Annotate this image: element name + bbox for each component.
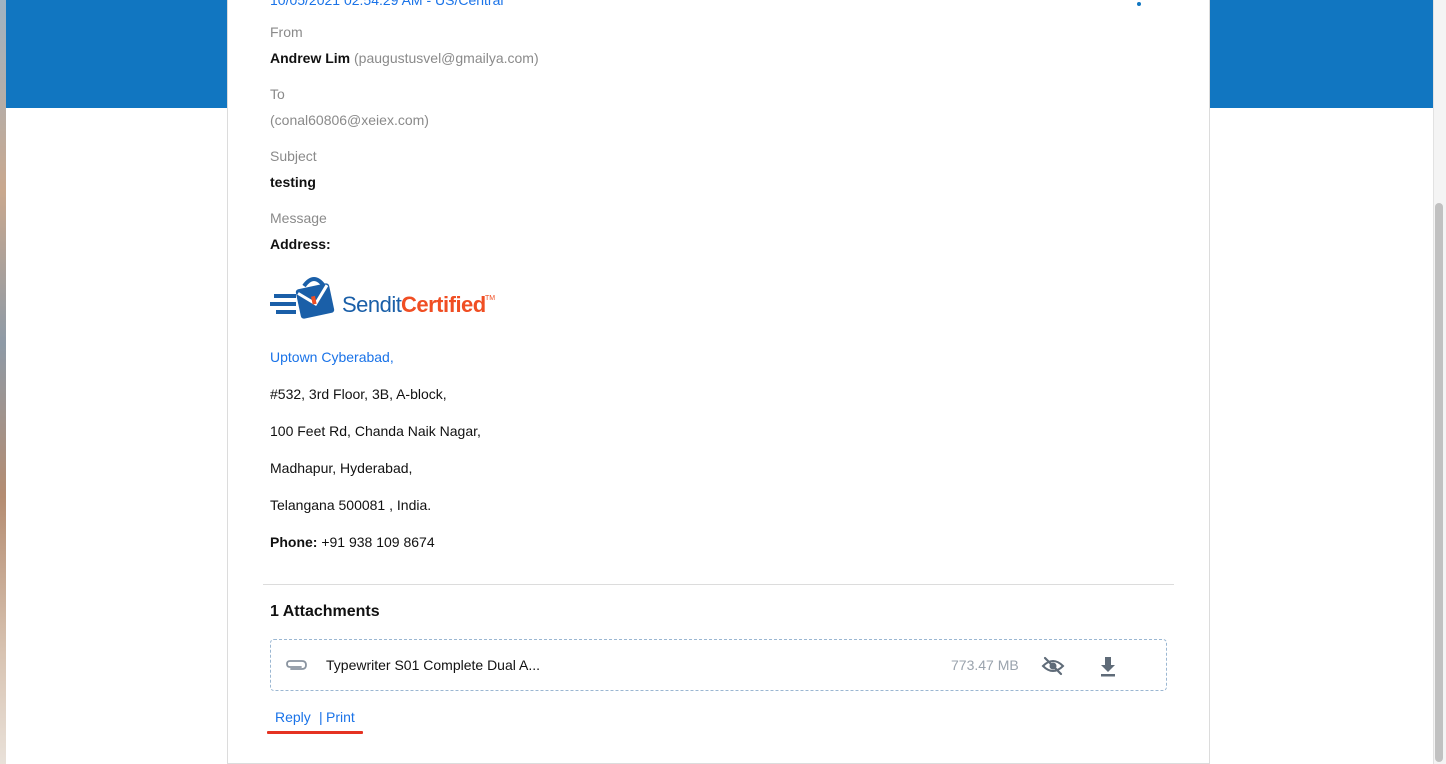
download-icon[interactable] (1097, 654, 1119, 678)
subject-value: testing (270, 174, 316, 190)
sender-email: (paugustusvel@gmailya.com) (354, 50, 539, 66)
recipient-email: (conal60806@xeiex.com) (270, 112, 429, 128)
highlight-underline (267, 731, 363, 734)
print-link[interactable]: Print (326, 709, 355, 725)
address-line-1[interactable]: Uptown Cyberabad, (270, 349, 394, 365)
address-label: Address: (270, 236, 331, 252)
sendit-certified-logo: Sendit Certified TM (270, 277, 495, 319)
reply-link[interactable]: Reply (275, 709, 311, 725)
more-vert-icon[interactable] (1137, 2, 1141, 6)
paperclip-icon (286, 660, 307, 670)
attachments-title: 1 Attachments (270, 603, 380, 620)
attachment-size: 773.47 MB (951, 657, 1019, 673)
phone-value: +91 938 109 8674 (321, 534, 435, 550)
email-date: 10/05/2021 02:54:29 AM - US/Central (270, 0, 504, 8)
sender-name: Andrew Lim (270, 50, 351, 66)
address-line-2: #532, 3rd Floor, 3B, A-block, (270, 386, 447, 402)
phone-line: Phone: +91 938 109 8674 (270, 534, 435, 550)
address-line-4: Madhapur, Hyderabad, (270, 460, 413, 476)
address-line-5: Telangana 500081 , India. (270, 497, 432, 513)
from-label: From (270, 24, 303, 40)
from-value: Andrew Lim (paugustusvel@gmailya.com) (270, 50, 539, 66)
address-line-3: 100 Feet Rd, Chanda Naik Nagar, (270, 423, 481, 439)
subject-label: Subject (270, 148, 317, 164)
to-label: To (270, 86, 285, 102)
divider (263, 584, 1174, 585)
logo-text-tm: TM (485, 295, 495, 302)
phone-label: Phone: (270, 534, 318, 550)
eye-off-icon[interactable] (1041, 654, 1065, 678)
scrollbar-thumb[interactable] (1435, 203, 1443, 762)
attachment-name[interactable]: Typewriter S01 Complete Dual A... (326, 657, 540, 673)
background-strip (0, 0, 6, 764)
logo-text-certified: Certified (401, 292, 486, 317)
logo-text-sendit: Sendit (342, 292, 402, 317)
message-label: Message (270, 210, 327, 226)
action-separator: | (319, 709, 323, 725)
